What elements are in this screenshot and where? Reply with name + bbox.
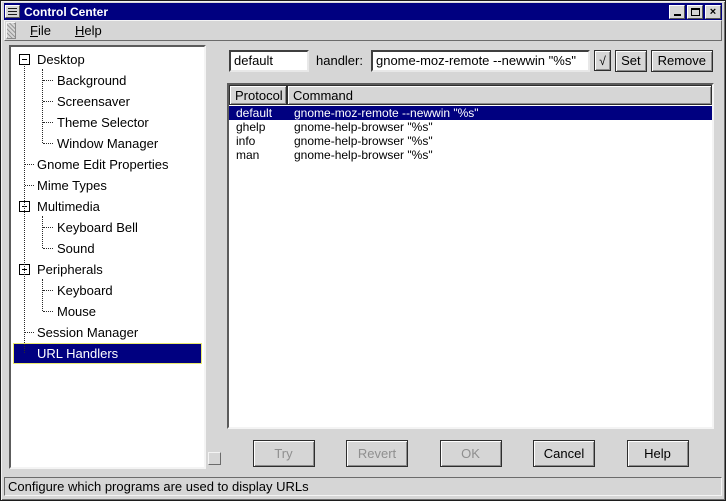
column-header-protocol[interactable]: Protocol <box>229 85 287 105</box>
sidebar-item-session-manager[interactable]: Session Manager <box>11 322 204 343</box>
tree-line <box>43 248 53 249</box>
tree-line <box>43 227 53 228</box>
close-button[interactable]: × <box>705 5 721 19</box>
minimize-button[interactable] <box>669 5 685 19</box>
sidebar-item-keyboard[interactable]: Keyboard <box>11 280 204 301</box>
maximize-button[interactable] <box>687 5 703 19</box>
sidebar-item-url-handlers[interactable]: URL Handlers <box>13 343 202 364</box>
protocol-table: Protocol Command default gnome-moz-remot… <box>227 83 714 429</box>
sidebar-item-multimedia[interactable]: Multimedia <box>11 196 204 217</box>
revert-button[interactable]: Revert <box>346 440 408 467</box>
sidebar-item-mouse[interactable]: Mouse <box>11 301 204 322</box>
titlebar[interactable]: Control Center × <box>4 3 722 20</box>
remove-button[interactable]: Remove <box>651 50 713 72</box>
ok-button[interactable]: OK <box>440 440 502 467</box>
sidebar-item-sound[interactable]: Sound <box>11 238 204 259</box>
status-text: Configure which programs are used to dis… <box>8 479 309 494</box>
tree-line <box>24 66 25 353</box>
cancel-button[interactable]: Cancel <box>533 440 595 467</box>
handler-editor: handler: √ Set Remove <box>229 49 713 72</box>
sidebar-item-mime-types[interactable]: Mime Types <box>11 175 204 196</box>
sidebar-item-keyboard-bell[interactable]: Keyboard Bell <box>11 217 204 238</box>
menu-help[interactable]: Help <box>63 21 114 40</box>
sidebar-item-gnome-edit-properties[interactable]: Gnome Edit Properties <box>11 154 204 175</box>
tree-line <box>25 185 34 186</box>
menu-file[interactable]: File <box>18 21 63 40</box>
protocol-input[interactable] <box>229 50 309 72</box>
help-button[interactable]: Help <box>627 440 689 467</box>
tree-line <box>42 279 43 311</box>
sidebar-item-desktop[interactable]: Desktop <box>11 49 204 70</box>
url-handlers-panel: handler: √ Set Remove Protocol Command d… <box>221 41 720 473</box>
tree-line <box>25 332 34 333</box>
action-button-row: Try Revert OK Cancel Help <box>221 439 720 467</box>
window-menu-button[interactable] <box>5 5 20 18</box>
apply-check-button[interactable]: √ <box>594 50 611 71</box>
table-row[interactable]: default gnome-moz-remote --newwin "%s" <box>229 106 712 120</box>
tree-line <box>25 164 34 165</box>
tree-line <box>43 290 53 291</box>
sidebar-item-theme-selector[interactable]: Theme Selector <box>11 112 204 133</box>
menubar: File Help <box>4 20 722 41</box>
control-center-window: Control Center × File Help Desktop B <box>0 0 726 501</box>
table-row[interactable]: info gnome-help-browser "%s" <box>229 134 712 148</box>
main-area: Desktop Background Screensaver Theme Sel… <box>4 41 722 473</box>
sidebar-item-screensaver[interactable]: Screensaver <box>11 91 204 112</box>
status-bar: Configure which programs are used to dis… <box>4 477 722 496</box>
tree-line <box>43 80 53 81</box>
column-header-command[interactable]: Command <box>287 85 712 105</box>
menu-grip-handle[interactable] <box>6 22 16 39</box>
category-tree: Desktop Background Screensaver Theme Sel… <box>9 45 206 469</box>
handler-label: handler: <box>316 53 363 68</box>
set-button[interactable]: Set <box>615 50 647 72</box>
table-row[interactable]: man gnome-help-browser "%s" <box>229 148 712 162</box>
table-header: Protocol Command <box>229 85 712 105</box>
tree-line <box>43 143 53 144</box>
table-body: default gnome-moz-remote --newwin "%s" g… <box>229 105 712 427</box>
tree-line <box>42 216 43 248</box>
table-row[interactable]: ghelp gnome-help-browser "%s" <box>229 120 712 134</box>
tree-line <box>43 311 53 312</box>
sidebar-item-background[interactable]: Background <box>11 70 204 91</box>
window-menu-icon <box>8 8 17 15</box>
window-title: Control Center <box>24 5 667 19</box>
sidebar-item-window-manager[interactable]: Window Manager <box>11 133 204 154</box>
handler-command-input[interactable] <box>371 50 590 72</box>
try-button[interactable]: Try <box>253 440 315 467</box>
collapse-expander-icon[interactable] <box>19 54 30 65</box>
close-icon: × <box>710 7 716 17</box>
tree-line <box>43 101 53 102</box>
sidebar-item-peripherals[interactable]: Peripherals <box>11 259 204 280</box>
tree-line <box>43 122 53 123</box>
pane-resize-handle[interactable] <box>208 452 221 465</box>
maximize-icon <box>691 8 700 16</box>
minimize-icon <box>674 14 681 16</box>
check-icon: √ <box>599 54 606 68</box>
